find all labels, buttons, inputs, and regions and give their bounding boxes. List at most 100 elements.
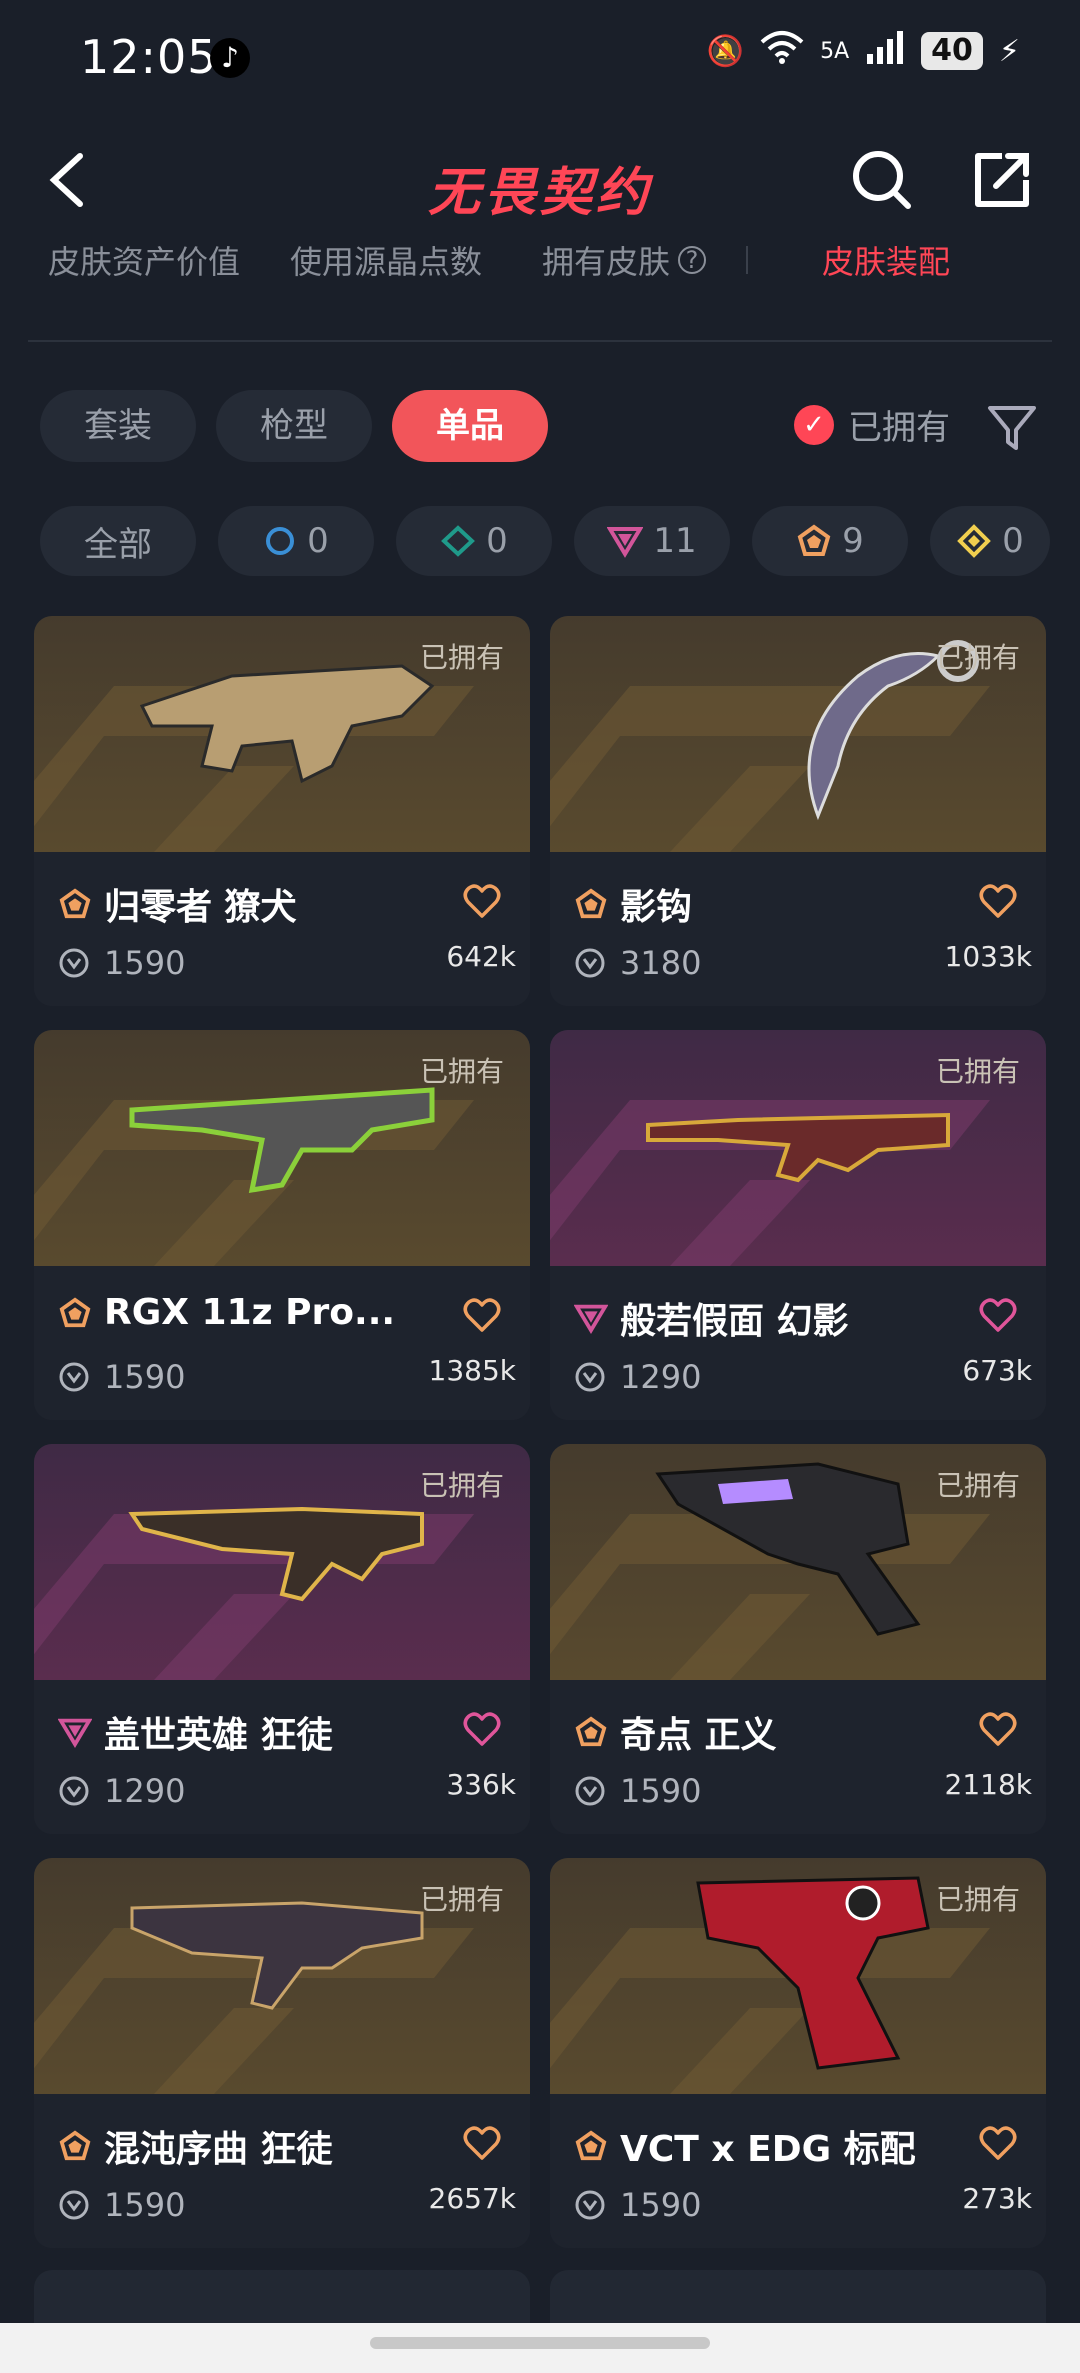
skin-card[interactable]: 已拥有 般若假面 幻影 1290 673k [550, 1030, 1046, 1420]
skin-name: 混沌序曲 狂徒 [104, 2129, 333, 2170]
price-row: 1590 [574, 1772, 701, 1810]
vp-currency-icon [59, 1776, 89, 1806]
status-bar: 12:05 ♪ 🔕 5A 40 ⚡ [0, 0, 1080, 120]
skin-name-row: 归零者 獠犬 [58, 878, 297, 930]
owned-filter[interactable]: ✓ 已拥有 [794, 400, 950, 449]
like-count: 642k [446, 940, 516, 973]
skin-name-row: 盖世英雄 狂徒 [58, 1706, 333, 1758]
skin-price: 1290 [104, 1772, 186, 1810]
skin-price: 1590 [620, 1772, 702, 1810]
skin-name: 盖世英雄 狂徒 [104, 1715, 333, 1756]
nav-vp-used[interactable]: 使用源晶点数 [290, 237, 482, 283]
tier-select[interactable]: 0 [218, 506, 374, 576]
nav-asset-value[interactable]: 皮肤资产价值 [48, 237, 240, 283]
skin-name-row: 混沌序曲 狂徒 [58, 2120, 333, 2172]
skin-grid: 已拥有 归零者 獠犬 1590 642k 已拥有 影钩 3180 1033k 已… [34, 616, 1046, 2248]
skin-price: 1290 [620, 1358, 702, 1396]
tier-exclusive-icon [59, 888, 91, 919]
heart-icon[interactable] [978, 1296, 1018, 1336]
heart-icon[interactable] [462, 2124, 502, 2164]
owned-tag: 已拥有 [419, 641, 504, 674]
home-indicator[interactable] [370, 2337, 710, 2349]
card-peek [34, 2270, 530, 2330]
tab-bundle[interactable]: 套装 [40, 390, 196, 462]
skin-card[interactable]: 已拥有 混沌序曲 狂徒 1590 2657k [34, 1858, 530, 2248]
tier-ultra-icon [957, 524, 992, 558]
system-icons: 🔕 5A 40 ⚡ [707, 30, 1020, 72]
skin-card[interactable]: 已拥有 归零者 獠犬 1590 642k [34, 616, 530, 1006]
price-row: 1590 [58, 944, 185, 982]
nav-owned-skins[interactable]: 拥有皮肤 [542, 237, 670, 283]
price-row: 1290 [574, 1358, 701, 1396]
skin-name-row: 般若假面 幻影 [574, 1292, 849, 1344]
skin-card[interactable]: 已拥有 影钩 3180 1033k [550, 616, 1046, 1006]
owned-tag: 已拥有 [419, 1469, 504, 1502]
skin-name: VCT x EDG 标配 [620, 2129, 916, 2170]
tier-premium[interactable]: 11 [574, 506, 730, 576]
filter-icon[interactable] [984, 400, 1040, 456]
sub-nav: 皮肤资产价值 使用源晶点数 拥有皮肤 ? 皮肤装配 [48, 230, 1032, 290]
battery-level: 40 [921, 32, 983, 70]
skin-name-row: VCT x EDG 标配 [574, 2120, 916, 2172]
skin-name: 般若假面 幻影 [620, 1301, 849, 1342]
tab-weapon-type[interactable]: 枪型 [216, 390, 372, 462]
skin-price: 1590 [104, 944, 186, 982]
card-peek [550, 2270, 1046, 2330]
tab-single[interactable]: 单品 [392, 390, 548, 462]
skin-name-row: 影钩 [574, 878, 692, 930]
skin-name-row: RGX 11z Pro... [58, 1292, 395, 1333]
owned-tag: 已拥有 [419, 1883, 504, 1916]
skin-info: 盖世英雄 狂徒 1290 336k [34, 1680, 530, 1834]
skin-thumbnail: 已拥有 [34, 1030, 530, 1266]
skin-name: 影钩 [620, 887, 693, 928]
search-icon[interactable] [850, 148, 914, 212]
like-count: 1033k [944, 940, 1032, 973]
price-row: 1590 [58, 2186, 185, 2224]
skin-name: RGX 11z Pro... [104, 1292, 396, 1333]
top-header: 无畏契约 [0, 130, 1080, 230]
like-count: 2118k [944, 1768, 1032, 1801]
heart-icon[interactable] [462, 1296, 502, 1336]
skin-card[interactable]: 已拥有 VCT x EDG 标配 1590 273k [550, 1858, 1046, 2248]
tier-premium-icon [574, 1304, 608, 1334]
heart-icon[interactable] [978, 1710, 1018, 1750]
vp-currency-icon [575, 1362, 605, 1392]
vp-currency-icon [575, 2190, 605, 2220]
skin-info: 奇点 正义 1590 2118k [550, 1680, 1046, 1834]
tier-premium-icon [607, 527, 644, 558]
tier-all[interactable]: 全部 [40, 506, 196, 576]
share-icon[interactable] [970, 148, 1034, 212]
skin-thumbnail: 已拥有 [550, 1030, 1046, 1266]
status-time: 12:05 [80, 30, 218, 84]
skin-card[interactable]: 已拥有 奇点 正义 1590 2118k [550, 1444, 1046, 1834]
owned-tag: 已拥有 [935, 641, 1020, 674]
app-logo: 无畏契约 [427, 163, 652, 223]
skin-name: 归零者 獠犬 [104, 887, 297, 928]
heart-icon[interactable] [978, 2124, 1018, 2164]
tier-exclusive-icon [59, 1296, 91, 1327]
skin-price: 3180 [620, 944, 702, 982]
skin-info: 影钩 3180 1033k [550, 852, 1046, 1006]
skin-card[interactable]: 已拥有 RGX 11z Pro... 1590 1385k [34, 1030, 530, 1420]
network-label: 5A [820, 38, 850, 64]
heart-icon[interactable] [978, 882, 1018, 922]
like-count: 336k [446, 1768, 516, 1801]
skin-price: 1590 [620, 2186, 702, 2224]
info-icon[interactable]: ? [678, 246, 707, 274]
tier-premium-count: 11 [653, 521, 697, 561]
like-count: 273k [962, 2182, 1032, 2215]
heart-icon[interactable] [462, 882, 502, 922]
checkmark-icon[interactable]: ✓ [794, 404, 834, 445]
vp-currency-icon [59, 948, 89, 978]
tier-exclusive-icon [797, 524, 831, 556]
tier-ultra[interactable]: 0 [930, 506, 1050, 576]
tier-deluxe[interactable]: 0 [396, 506, 552, 576]
skin-card[interactable]: 已拥有 盖世英雄 狂徒 1290 336k [34, 1444, 530, 1834]
tier-exclusive-icon [575, 1716, 607, 1747]
skin-thumbnail: 已拥有 [34, 616, 530, 852]
heart-icon[interactable] [462, 1710, 502, 1750]
nav-skin-loadout[interactable]: 皮肤装配 [822, 237, 950, 283]
tier-exclusive[interactable]: 9 [752, 506, 908, 576]
owned-tag: 已拥有 [419, 1055, 504, 1088]
tier-exclusive-icon [59, 2130, 91, 2161]
